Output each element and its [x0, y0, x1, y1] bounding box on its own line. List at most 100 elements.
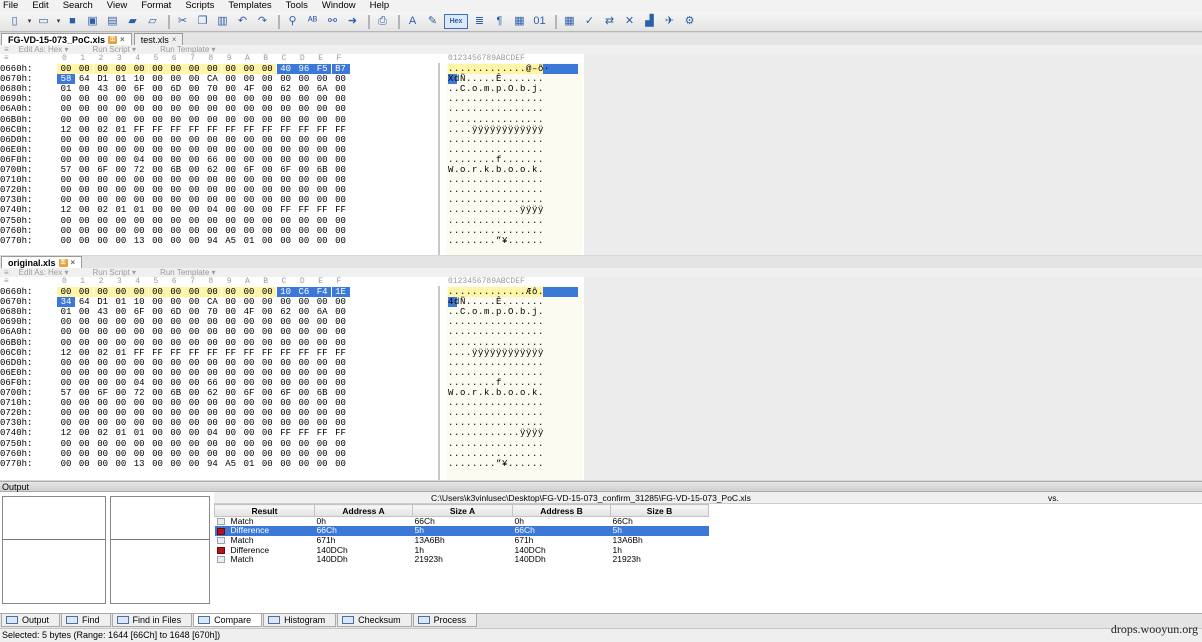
hex-byte[interactable]: 00: [75, 459, 93, 469]
hex-byte[interactable]: 00: [112, 439, 130, 449]
hex-byte[interactable]: 12: [57, 205, 75, 215]
hex-byte[interactable]: 00: [149, 226, 167, 236]
hex-byte[interactable]: 00: [258, 145, 276, 155]
hex-byte[interactable]: 00: [185, 418, 203, 428]
ascii-text[interactable]: ................: [448, 449, 578, 459]
table-row[interactable]: Match 671h 13A6Bh 671h 13A6Bh: [215, 535, 709, 546]
hex-byte[interactable]: 00: [277, 358, 295, 368]
hex-byte[interactable]: 00: [185, 185, 203, 195]
hex-byte[interactable]: 00: [167, 216, 185, 226]
hex-byte[interactable]: F4: [313, 287, 332, 297]
paragraph-icon[interactable]: ¶: [491, 14, 508, 29]
hex-byte[interactable]: 00: [313, 408, 331, 418]
hex-byte[interactable]: 00: [332, 378, 350, 388]
hex-byte[interactable]: 00: [75, 216, 93, 226]
hex-byte[interactable]: 00: [295, 175, 313, 185]
hex-byte[interactable]: 00: [222, 449, 240, 459]
hex-byte[interactable]: 6F: [130, 307, 148, 317]
hex-byte[interactable]: 00: [277, 104, 295, 114]
hex-byte[interactable]: 02: [94, 125, 112, 135]
hex-byte[interactable]: FF: [313, 428, 331, 438]
hex-byte[interactable]: 00: [295, 115, 313, 125]
hex-byte[interactable]: 00: [332, 94, 350, 104]
hex-byte[interactable]: 34: [57, 297, 75, 308]
hex-byte[interactable]: 00: [258, 449, 276, 459]
hex-byte[interactable]: 00: [240, 205, 258, 215]
hex-byte[interactable]: 00: [240, 226, 258, 236]
hex-byte[interactable]: FF: [149, 125, 167, 135]
hex-byte[interactable]: 00: [332, 175, 350, 185]
ascii-text[interactable]: ................: [448, 115, 578, 125]
hex-byte[interactable]: 00: [167, 175, 185, 185]
hex-byte[interactable]: 00: [258, 317, 276, 327]
hex-byte[interactable]: 00: [149, 338, 167, 348]
hex-byte[interactable]: 58: [57, 74, 75, 85]
hex-byte[interactable]: 00: [240, 418, 258, 428]
hex-byte[interactable]: 00: [75, 226, 93, 236]
hex-byte[interactable]: 00: [130, 94, 148, 104]
menu-edit[interactable]: Edit: [32, 0, 48, 12]
hex-byte[interactable]: 00: [94, 195, 112, 205]
hex-byte[interactable]: 00: [112, 398, 130, 408]
hex-byte[interactable]: 00: [185, 74, 203, 84]
hex-byte[interactable]: 00: [149, 428, 167, 438]
hex-byte[interactable]: 00: [221, 64, 240, 74]
hex-byte[interactable]: 00: [313, 368, 331, 378]
hex-byte[interactable]: 00: [277, 439, 295, 449]
hex-byte[interactable]: FF: [277, 428, 295, 438]
hex-byte[interactable]: 00: [222, 94, 240, 104]
replace-icon[interactable]: ᴬᴮ: [304, 14, 321, 29]
hex-byte[interactable]: 00: [222, 388, 240, 398]
hex-byte[interactable]: 00: [149, 327, 167, 337]
hex-byte[interactable]: 00: [75, 408, 93, 418]
hex-byte[interactable]: 94: [203, 236, 221, 246]
hex-byte[interactable]: 00: [75, 398, 93, 408]
hex-byte[interactable]: 00: [167, 368, 185, 378]
ascii-text[interactable]: ........f.......: [448, 378, 578, 388]
hex-byte[interactable]: 00: [149, 84, 167, 94]
hex-byte[interactable]: 00: [75, 378, 93, 388]
hex-byte[interactable]: 00: [130, 317, 148, 327]
hex-byte[interactable]: 00: [94, 398, 112, 408]
ascii-text[interactable]: ................: [448, 145, 578, 155]
hex-byte[interactable]: 00: [258, 74, 276, 84]
ascii-text[interactable]: .............@–õ·: [448, 64, 578, 74]
hex-byte[interactable]: 00: [185, 104, 203, 114]
hex-byte[interactable]: 00: [258, 459, 276, 469]
hex-byte[interactable]: 00: [332, 449, 350, 459]
hex-byte[interactable]: 00: [130, 104, 148, 114]
hex-byte[interactable]: 00: [277, 135, 295, 145]
hex-byte[interactable]: 00: [203, 94, 221, 104]
hex-byte[interactable]: 00: [166, 287, 185, 297]
hex-byte[interactable]: 00: [258, 327, 276, 337]
hex-byte[interactable]: 00: [258, 104, 276, 114]
hex-byte[interactable]: 00: [277, 175, 295, 185]
hex-byte[interactable]: 01: [130, 205, 148, 215]
hex-byte[interactable]: 00: [221, 287, 240, 297]
hex-byte[interactable]: 00: [167, 297, 185, 307]
hex-byte[interactable]: 00: [203, 104, 221, 114]
hex-byte[interactable]: 00: [130, 408, 148, 418]
hex-byte[interactable]: 00: [57, 195, 75, 205]
hex-byte[interactable]: 00: [167, 358, 185, 368]
hex-byte[interactable]: 00: [130, 135, 148, 145]
run-script-dropdown[interactable]: Run Script ▾: [92, 45, 136, 54]
hex-byte[interactable]: 00: [112, 195, 130, 205]
checksum-icon[interactable]: ⚙: [681, 14, 698, 29]
hex-byte[interactable]: 00: [167, 439, 185, 449]
hex-byte[interactable]: 00: [222, 439, 240, 449]
hex-byte[interactable]: 00: [258, 338, 276, 348]
hex-byte[interactable]: 12: [57, 348, 75, 358]
hex-byte[interactable]: 00: [75, 155, 93, 165]
hex-byte[interactable]: 00: [93, 287, 112, 297]
hex-byte[interactable]: 00: [112, 216, 130, 226]
hex-byte[interactable]: 02: [94, 205, 112, 215]
hex-byte[interactable]: 00: [185, 449, 203, 459]
hex-byte[interactable]: 00: [167, 195, 185, 205]
hex-byte[interactable]: 00: [57, 459, 75, 469]
hex-byte[interactable]: 00: [167, 428, 185, 438]
hex-byte[interactable]: 00: [332, 155, 350, 165]
find-in-files-icon[interactable]: ⚯: [324, 14, 341, 29]
column-header-address-b[interactable]: Address B: [512, 504, 611, 517]
hex-byte[interactable]: 00: [130, 327, 148, 337]
